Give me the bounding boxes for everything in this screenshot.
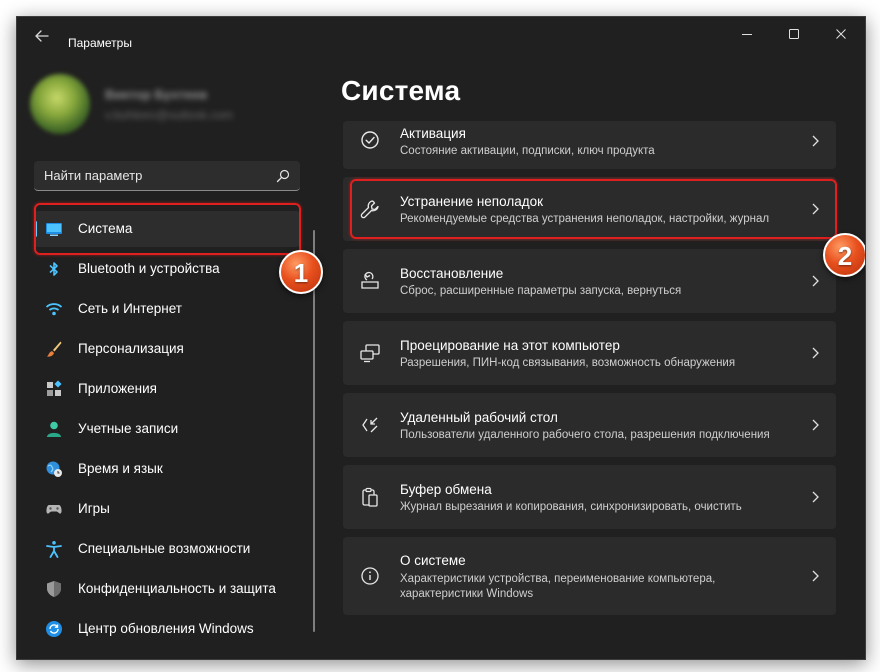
sidebar-item-accounts[interactable]: Учетные записи — [34, 411, 300, 447]
sidebar-item-privacy[interactable]: Конфиденциальность и защита — [34, 571, 300, 607]
shield-icon — [47, 581, 61, 597]
maximize-button[interactable] — [772, 17, 814, 51]
gamepad-icon — [46, 505, 62, 514]
accessibility-icon — [46, 541, 62, 558]
app-title: Параметры — [68, 36, 132, 50]
projection-icon — [360, 344, 380, 363]
card-title: О системе — [400, 553, 466, 568]
card-title: Восстановление — [400, 266, 504, 281]
brush-icon — [47, 341, 62, 357]
wifi-icon — [45, 303, 63, 316]
profile-name: Виктор Бухтеев — [105, 87, 208, 102]
card-clipboard[interactable]: Буфер обмена Журнал вырезания и копирова… — [343, 465, 836, 529]
page-title: Система — [341, 75, 461, 106]
sidebar-item-label: Специальные возможности — [78, 541, 251, 556]
back-button[interactable] — [29, 23, 55, 45]
chevron-right-icon — [812, 491, 819, 503]
step-badge-1: 1 — [279, 250, 323, 294]
search-icon[interactable] — [276, 169, 290, 183]
chevron-right-icon — [812, 347, 819, 359]
search-input[interactable] — [44, 168, 264, 183]
globe-clock-icon — [46, 461, 62, 477]
sidebar-item-label: Персонализация — [78, 341, 184, 356]
sidebar-item-label: Сеть и Интернет — [78, 301, 182, 316]
sidebar-item-time-language[interactable]: Время и язык — [34, 451, 300, 487]
bluetooth-icon — [49, 262, 58, 276]
minimize-button[interactable] — [725, 17, 767, 51]
settings-window: Параметры Виктор Бухтеев v.buhteev@outlo… — [16, 16, 866, 660]
sidebar-item-apps[interactable]: Приложения — [34, 371, 300, 407]
sidebar-item-label: Учетные записи — [78, 421, 179, 436]
highlight-frame-troubleshoot — [350, 179, 837, 239]
back-arrow-icon — [35, 30, 49, 42]
chevron-right-icon — [812, 419, 819, 431]
maximize-icon — [789, 29, 799, 39]
avatar[interactable] — [30, 74, 90, 134]
card-description: Характеристики устройства, переименовани… — [400, 573, 716, 600]
sidebar-item-gaming[interactable]: Игры — [34, 491, 300, 527]
sidebar-item-network[interactable]: Сеть и Интернет — [34, 291, 300, 327]
update-icon — [46, 621, 62, 637]
sidebar-item-windows-update[interactable]: Центр обновления Windows — [34, 611, 300, 647]
sidebar-item-label: Приложения — [78, 381, 157, 396]
sidebar-item-label: Конфиденциальность и защита — [78, 581, 276, 596]
sidebar-item-label: Центр обновления Windows — [78, 621, 254, 636]
card-description: Журнал вырезания и копирования, синхрони… — [400, 501, 742, 513]
chevron-right-icon — [812, 275, 819, 287]
clipboard-icon — [362, 487, 378, 507]
card-activation[interactable]: Активация Состояние активации, подписки,… — [343, 121, 836, 169]
minimize-icon — [742, 34, 752, 35]
card-title: Удаленный рабочий стол — [400, 410, 558, 425]
search-box[interactable] — [34, 161, 300, 191]
chevron-right-icon — [812, 135, 819, 147]
card-description: Состояние активации, подписки, ключ прод… — [400, 145, 655, 157]
remote-desktop-icon — [362, 417, 378, 433]
step-badge-2: 2 — [823, 233, 865, 277]
card-remote-desktop[interactable]: Удаленный рабочий стол Пользователи удал… — [343, 393, 836, 457]
info-icon — [361, 567, 379, 585]
sidebar-item-bluetooth[interactable]: Bluetooth и устройства — [34, 251, 300, 287]
card-description: Сброс, расширенные параметры запуска, ве… — [400, 285, 682, 297]
close-button[interactable] — [819, 17, 861, 51]
sidebar-item-label: Время и язык — [78, 461, 163, 476]
sidebar-scrollbar[interactable] — [313, 230, 315, 632]
card-projection[interactable]: Проецирование на этот компьютер Разрешен… — [343, 321, 836, 385]
highlight-frame-system — [34, 203, 301, 255]
card-description: Разрешения, ПИН-код связывания, возможно… — [400, 357, 736, 369]
recovery-icon — [361, 271, 379, 289]
card-title: Проецирование на этот компьютер — [400, 338, 620, 353]
apps-icon — [47, 380, 62, 396]
sidebar-item-label: Игры — [78, 501, 110, 516]
sidebar-item-personalization[interactable]: Персонализация — [34, 331, 300, 367]
sidebar-item-accessibility[interactable]: Специальные возможности — [34, 531, 300, 567]
chevron-right-icon — [812, 570, 819, 582]
sidebar-item-label: Bluetooth и устройства — [78, 261, 220, 276]
close-icon — [836, 29, 846, 39]
card-about[interactable]: О системе Характеристики устройства, пер… — [343, 537, 836, 615]
card-title: Буфер обмена — [400, 482, 492, 497]
account-icon — [47, 421, 61, 437]
card-recovery[interactable]: Восстановление Сброс, расширенные параме… — [343, 249, 836, 313]
profile-email: v.buhteev@outlook.com — [105, 108, 234, 122]
card-title: Активация — [400, 126, 466, 141]
check-circle-icon — [361, 131, 379, 149]
card-description: Пользователи удаленного рабочего стола, … — [400, 429, 770, 441]
title-bar: Параметры — [17, 17, 865, 51]
